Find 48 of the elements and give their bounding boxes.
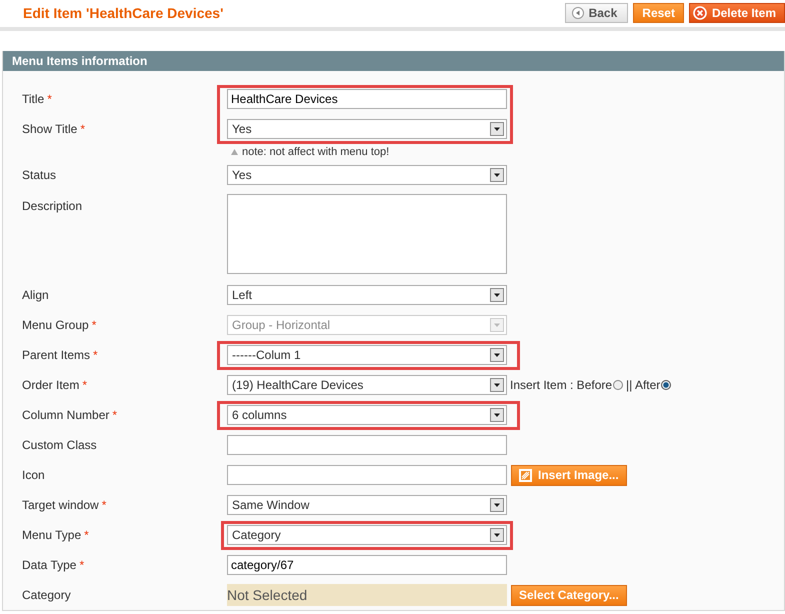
field-label: Show Title (22, 122, 78, 136)
dropdown[interactable]: Left (227, 285, 507, 305)
dropdown[interactable]: Category (227, 525, 507, 545)
field-label: Status (22, 168, 56, 182)
field-label: Category (22, 588, 71, 602)
field-label: Menu Type (22, 528, 82, 542)
text-input[interactable] (227, 435, 507, 455)
field-label: Column Number (22, 408, 110, 422)
field-label: Align (22, 288, 49, 302)
close-circle-icon (692, 6, 707, 20)
required-mark: * (92, 318, 96, 332)
after-label: || After (626, 378, 660, 392)
field-label: Custom Class (22, 438, 97, 452)
dropdown[interactable]: ------Colum 1 (227, 345, 507, 365)
note-text: note: not affect with menu top! (242, 146, 390, 158)
back-button[interactable]: Back (564, 3, 628, 23)
before-radio[interactable] (613, 380, 624, 390)
category-value: Not Selected (227, 584, 507, 606)
field-label: Order Item (22, 378, 80, 392)
page-title: Edit Item 'HealthCare Devices' (23, 5, 224, 21)
text-input[interactable]: category/67 (227, 555, 507, 575)
required-mark: * (80, 122, 86, 136)
required-mark: * (47, 92, 52, 106)
dropdown[interactable]: Same Window (227, 495, 507, 515)
insert-label: Insert Item : Before (510, 378, 612, 392)
required-mark: * (102, 498, 106, 512)
required-mark: * (82, 378, 88, 392)
text-input[interactable] (227, 465, 507, 485)
dropdown[interactable]: 6 columns (227, 405, 507, 425)
field-label: Menu Group (22, 318, 89, 332)
image-icon (519, 468, 532, 482)
field-label: Icon (22, 468, 45, 482)
required-mark: * (112, 408, 118, 422)
section-header: Menu Items information (3, 51, 784, 71)
text-input[interactable]: HealthCare Devices (227, 89, 507, 109)
field-label: Description (22, 199, 82, 213)
dropdown[interactable]: (19) HealthCare Devices (227, 375, 507, 395)
field-label: Parent Items (22, 348, 90, 362)
dropdown[interactable]: Yes (227, 119, 507, 139)
required-mark: * (93, 348, 98, 362)
after-radio[interactable] (661, 380, 672, 390)
required-mark: * (84, 528, 89, 542)
required-mark: * (79, 558, 84, 572)
dropdown[interactable]: Yes (227, 165, 507, 185)
field-label: Title (22, 92, 44, 106)
triangle-icon (231, 149, 238, 155)
field-label: Data Type (22, 558, 76, 572)
field-label: Target window (22, 498, 99, 512)
